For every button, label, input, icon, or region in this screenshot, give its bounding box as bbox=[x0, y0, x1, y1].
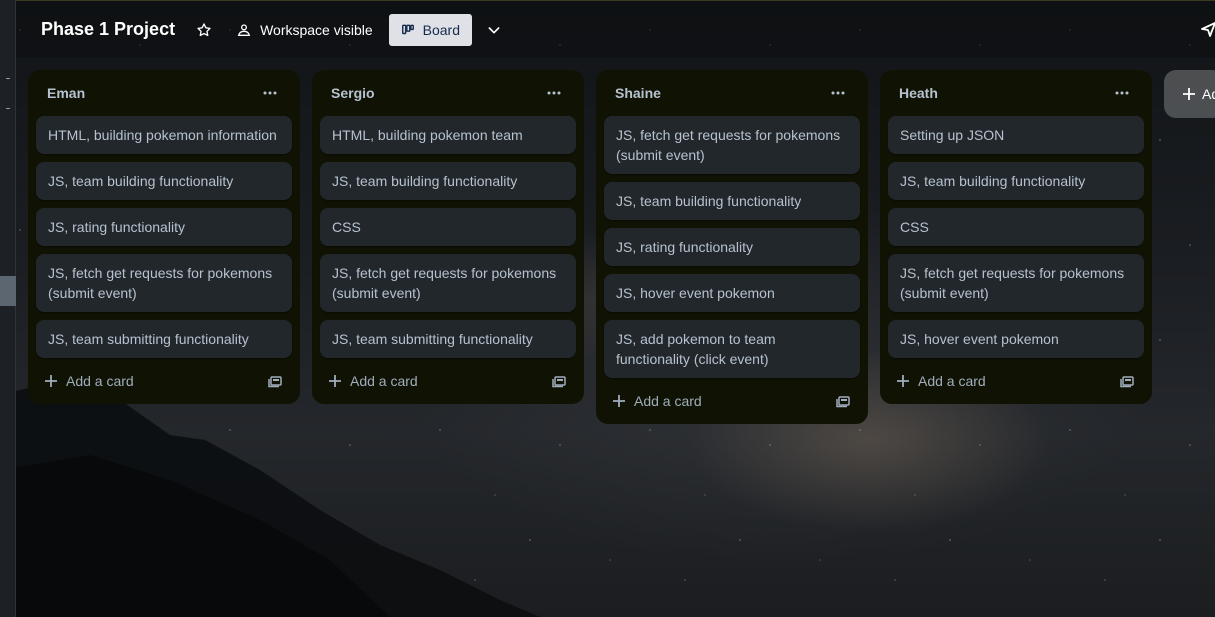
chevron-down-icon bbox=[488, 26, 500, 33]
plus-icon bbox=[613, 395, 625, 407]
card-template-icon bbox=[552, 376, 566, 388]
card[interactable]: HTML, building pokemon information bbox=[36, 116, 292, 154]
card[interactable]: JS, hover event pokemon bbox=[604, 274, 860, 312]
add-card-button[interactable]: Add a card bbox=[896, 373, 986, 389]
card-template-icon bbox=[1120, 376, 1134, 388]
plus-icon bbox=[897, 375, 909, 387]
workspace-sidebar-collapsed[interactable] bbox=[0, 0, 16, 617]
card[interactable]: HTML, building pokemon team bbox=[320, 116, 576, 154]
visibility-label: Workspace visible bbox=[260, 21, 373, 38]
list-shaine[interactable]: Shaine JS, fetch get requests for pokemo… bbox=[596, 70, 868, 424]
card-template-icon bbox=[836, 396, 850, 408]
card-template-icon bbox=[268, 376, 282, 388]
board-header: Phase 1 Project Workspace visible Board bbox=[16, 0, 1215, 58]
more-horizontal-icon bbox=[547, 91, 561, 95]
list-footer: Add a card bbox=[604, 386, 860, 416]
add-card-button[interactable]: Add a card bbox=[328, 373, 418, 389]
list-actions-button[interactable] bbox=[540, 79, 568, 107]
list-title[interactable]: Shaine bbox=[615, 85, 661, 101]
card[interactable]: CSS bbox=[888, 208, 1144, 246]
star-icon bbox=[197, 22, 211, 36]
sidebar-tick bbox=[6, 108, 10, 109]
card[interactable]: JS, rating functionality bbox=[36, 208, 292, 246]
list-actions-button[interactable] bbox=[1108, 79, 1136, 107]
list-title[interactable]: Heath bbox=[899, 85, 938, 101]
list-footer: Add a card bbox=[320, 366, 576, 396]
add-list-button[interactable]: Add another list bbox=[1164, 70, 1215, 118]
plus-icon bbox=[45, 375, 57, 387]
list-header: Shaine bbox=[604, 70, 860, 116]
more-horizontal-icon bbox=[1115, 91, 1129, 95]
sidebar-tick bbox=[6, 78, 10, 79]
card[interactable]: JS, fetch get requests for pokemons (sub… bbox=[36, 254, 292, 312]
add-card-label: Add a card bbox=[350, 373, 418, 389]
card-list: HTML, building pokemon information JS, t… bbox=[36, 116, 292, 358]
card[interactable]: JS, team building functionality bbox=[320, 162, 576, 200]
card[interactable]: JS, fetch get requests for pokemons (sub… bbox=[888, 254, 1144, 312]
add-card-button[interactable]: Add a card bbox=[612, 393, 702, 409]
list-title[interactable]: Sergio bbox=[331, 85, 375, 101]
add-list-label: Add another list bbox=[1202, 86, 1215, 102]
list-heath[interactable]: Heath Setting up JSON JS, team building … bbox=[880, 70, 1152, 404]
workspace-people-icon bbox=[237, 23, 251, 36]
card-list: Setting up JSON JS, team building functi… bbox=[888, 116, 1144, 358]
card[interactable]: JS, fetch get requests for pokemons (sub… bbox=[320, 254, 576, 312]
card[interactable]: JS, team building functionality bbox=[888, 162, 1144, 200]
card-list: JS, fetch get requests for pokemons (sub… bbox=[604, 116, 860, 378]
more-horizontal-icon bbox=[263, 91, 277, 95]
list-header: Eman bbox=[36, 70, 292, 116]
card[interactable]: JS, fetch get requests for pokemons (sub… bbox=[604, 116, 860, 174]
list-header: Sergio bbox=[320, 70, 576, 116]
board-title[interactable]: Phase 1 Project bbox=[41, 19, 175, 40]
share-button[interactable] bbox=[1201, 19, 1215, 44]
card[interactable]: JS, team building functionality bbox=[604, 182, 860, 220]
share-icon bbox=[1201, 22, 1215, 37]
sidebar-active-marker bbox=[0, 276, 16, 306]
board-lists: Eman HTML, building pokemon information … bbox=[28, 70, 1215, 424]
add-card-label: Add a card bbox=[66, 373, 134, 389]
board-view-icon bbox=[401, 24, 414, 34]
create-from-template-button[interactable] bbox=[1116, 370, 1138, 392]
view-switcher-button[interactable] bbox=[478, 14, 510, 46]
list-footer: Add a card bbox=[888, 366, 1144, 396]
create-from-template-button[interactable] bbox=[264, 370, 286, 392]
plus-icon bbox=[1183, 88, 1195, 100]
list-title[interactable]: Eman bbox=[47, 85, 85, 101]
add-card-label: Add a card bbox=[918, 373, 986, 389]
plus-icon bbox=[329, 375, 341, 387]
create-from-template-button[interactable] bbox=[548, 370, 570, 392]
list-eman[interactable]: Eman HTML, building pokemon information … bbox=[28, 70, 300, 404]
list-footer: Add a card bbox=[36, 366, 292, 396]
more-horizontal-icon bbox=[831, 91, 845, 95]
board-view-button[interactable]: Board bbox=[388, 13, 472, 46]
card[interactable]: JS, team building functionality bbox=[36, 162, 292, 200]
card[interactable]: Setting up JSON bbox=[888, 116, 1144, 154]
card[interactable]: CSS bbox=[320, 208, 576, 246]
create-from-template-button[interactable] bbox=[832, 390, 854, 412]
list-actions-button[interactable] bbox=[256, 79, 284, 107]
list-actions-button[interactable] bbox=[824, 79, 852, 107]
add-card-label: Add a card bbox=[634, 393, 702, 409]
board-view-label: Board bbox=[422, 21, 460, 38]
list-header: Heath bbox=[888, 70, 1144, 116]
card[interactable]: JS, team submitting functionality bbox=[36, 320, 292, 358]
visibility-button[interactable]: Workspace visible bbox=[232, 14, 377, 46]
card[interactable]: JS, rating functionality bbox=[604, 228, 860, 266]
card-list: HTML, building pokemon team JS, team bui… bbox=[320, 116, 576, 358]
card[interactable]: JS, add pokemon to team functionality (c… bbox=[604, 320, 860, 378]
list-sergio[interactable]: Sergio HTML, building pokemon team JS, t… bbox=[312, 70, 584, 404]
star-board-button[interactable] bbox=[188, 14, 220, 46]
add-card-button[interactable]: Add a card bbox=[44, 373, 134, 389]
card[interactable]: JS, hover event pokemon bbox=[888, 320, 1144, 358]
card[interactable]: JS, team submitting functionality bbox=[320, 320, 576, 358]
